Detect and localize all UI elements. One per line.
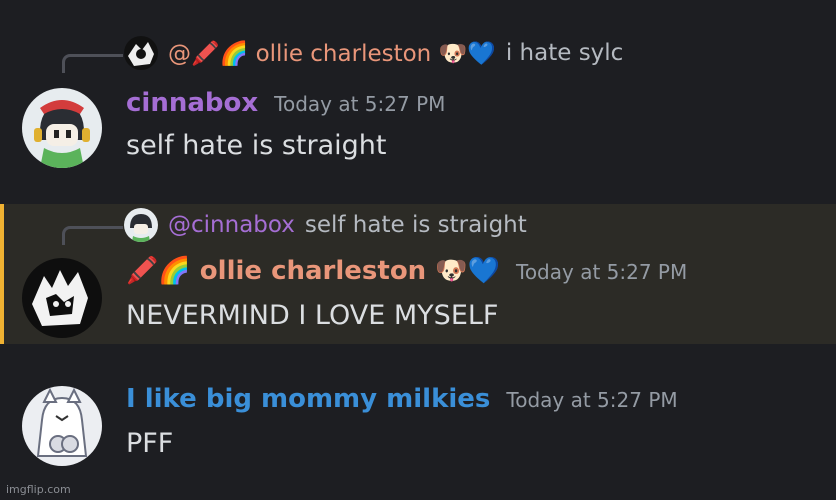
message-ollie-charleston: @cinnabox self hate is straight 🖍️🌈 olli… [0,204,836,344]
reply-avatar[interactable] [124,36,158,70]
message-header: I like big mommy milkies Today at 5:27 P… [126,384,678,414]
reply-preview[interactable]: @cinnabox self hate is straight [62,208,527,245]
message-header: 🖍️🌈 ollie charleston 🐶💙 Today at 5:27 PM [126,256,687,286]
mention-highlight-bar [0,204,4,344]
reply-author-name[interactable]: @cinnabox [168,212,295,238]
username[interactable]: 🖍️🌈 ollie charleston 🐶💙 [126,256,500,286]
message-cinnabox: @🖍️🌈 ollie charleston 🐶💙 i hate sylc cin… [0,30,836,180]
reply-text[interactable]: self hate is straight [305,212,527,238]
message-content: NEVERMIND I LOVE MYSELF [126,300,499,331]
message-header: cinnabox Today at 5:27 PM [126,88,445,118]
timestamp[interactable]: Today at 5:27 PM [274,92,445,116]
imgflip-watermark: imgflip.com [6,483,71,496]
timestamp[interactable]: Today at 5:27 PM [516,260,687,284]
timestamp[interactable]: Today at 5:27 PM [506,388,677,412]
username[interactable]: cinnabox [126,88,258,118]
message-content: self hate is straight [126,130,387,161]
message-big-mommy-milkies: I like big mommy milkies Today at 5:27 P… [0,370,836,480]
reply-spine [62,226,123,245]
reply-spine [62,54,123,73]
reply-preview[interactable]: @🖍️🌈 ollie charleston 🐶💙 i hate sylc [62,36,623,73]
reply-avatar[interactable] [124,208,158,242]
username[interactable]: I like big mommy milkies [126,384,490,414]
message-content: PFF [126,428,174,459]
avatar-ollie-charleston[interactable] [22,258,102,338]
reply-text[interactable]: i hate sylc [506,40,623,66]
reply-author-name[interactable]: @🖍️🌈 ollie charleston 🐶💙 [168,40,496,67]
avatar-user[interactable] [22,386,102,466]
avatar-cinnabox[interactable] [22,88,102,168]
